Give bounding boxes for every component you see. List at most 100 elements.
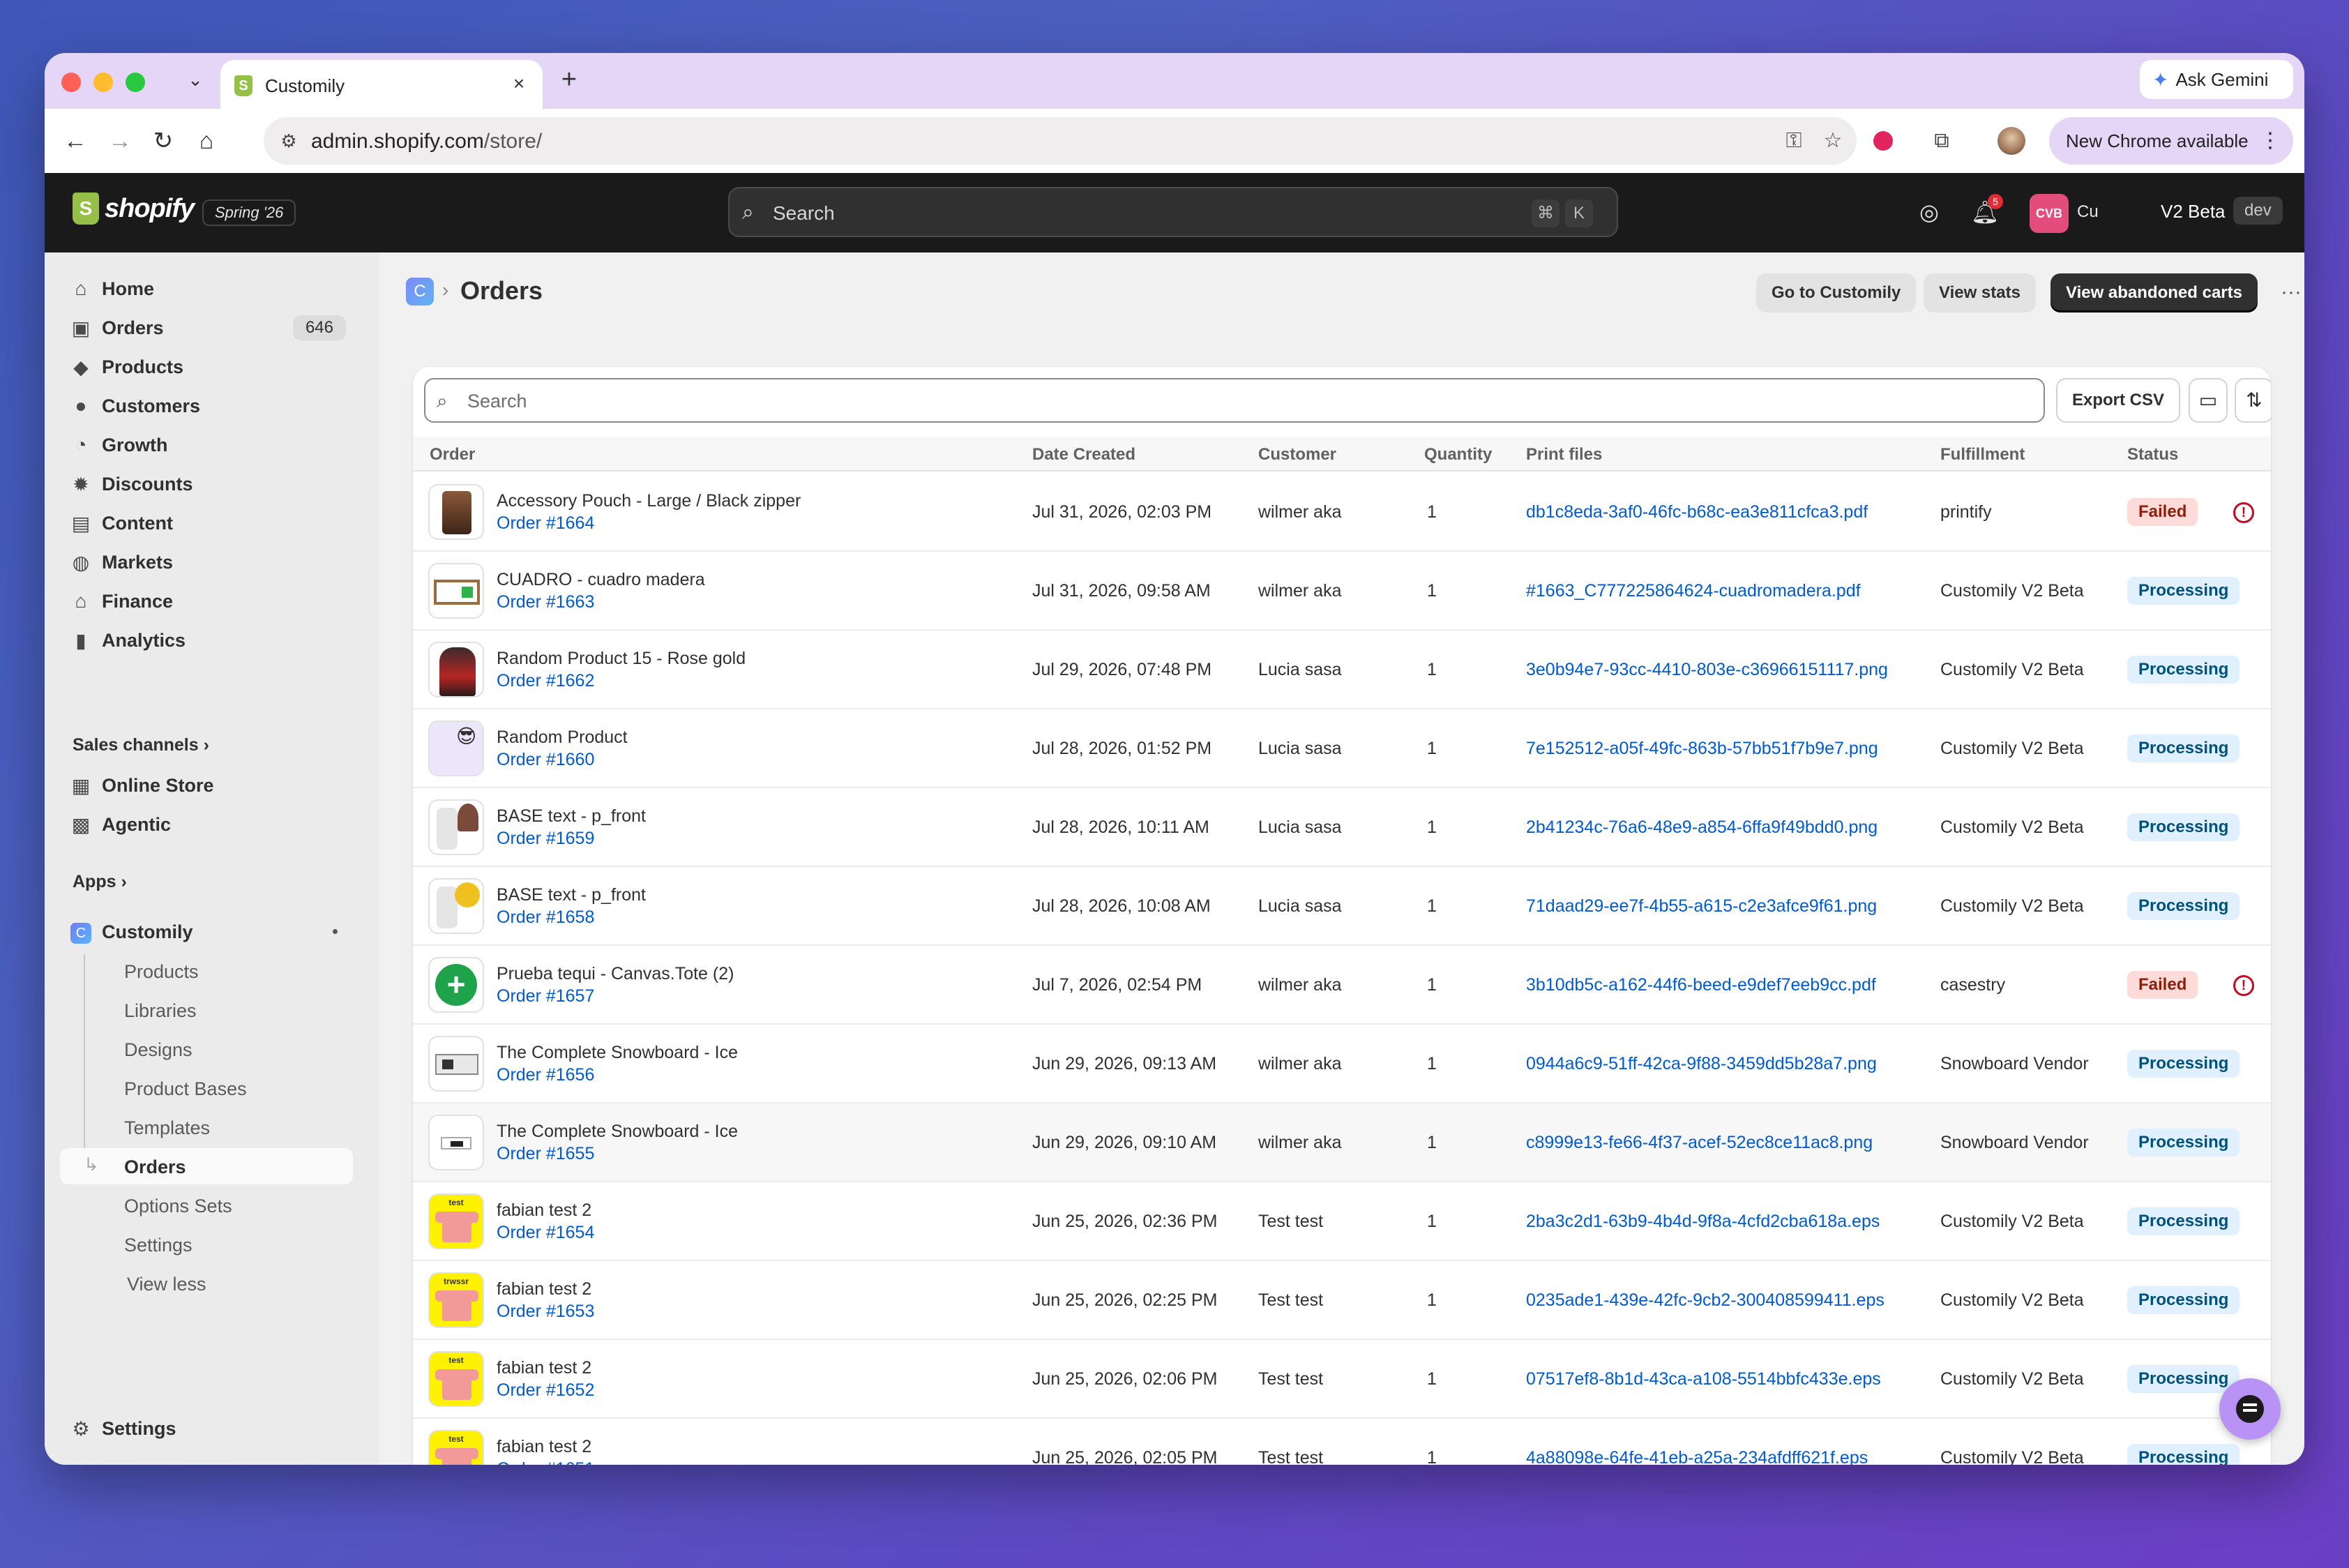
- forward-arrow-icon[interactable]: →: [105, 126, 135, 156]
- sidebar-item-analytics[interactable]: ▮ Analytics: [60, 622, 353, 658]
- product-thumbnail[interactable]: +: [428, 957, 484, 1013]
- table-row[interactable]: CUADRO - cuadro madera Order #1663 Jul 31,…: [413, 552, 2271, 631]
- print-file-link[interactable]: 07517ef8-8b1d-43ca-a108-5514bbfc433e.eps: [1526, 1369, 1881, 1389]
- print-file-link[interactable]: 0235ade1-439e-42fc-9cb2-300408599411.eps: [1526, 1290, 1885, 1311]
- view-abandoned-carts-button[interactable]: View abandoned carts: [2050, 273, 2258, 312]
- order-link[interactable]: Order #1664: [497, 513, 594, 534]
- sidebar-item-growth[interactable]: ◔ Growth: [60, 427, 353, 463]
- store-avatar[interactable]: CVB: [2030, 194, 2069, 233]
- new-tab-button[interactable]: +: [554, 64, 584, 95]
- order-link[interactable]: Order #1653: [497, 1302, 594, 1322]
- product-thumbnail[interactable]: trwssr: [428, 1272, 484, 1328]
- new-chrome-available-button[interactable]: New Chrome available ⋮: [2049, 117, 2293, 165]
- print-file-link[interactable]: 3b10db5c-a162-44f6-beed-e9def7eeb9cc.pdf: [1526, 975, 1876, 995]
- orders-search-input[interactable]: ⌕ Search: [424, 378, 2045, 423]
- sidebar-sub-templates[interactable]: Templates: [60, 1109, 353, 1145]
- more-dot-icon[interactable]: [333, 929, 338, 934]
- print-file-link[interactable]: db1c8eda-3af0-46fc-b68c-ea3e811cfca3.pdf: [1526, 502, 1868, 522]
- product-thumbnail[interactable]: [428, 563, 484, 619]
- sidebar-item-agentic[interactable]: ▩ Agentic: [60, 806, 353, 843]
- sidebar-sub-designs[interactable]: Designs: [60, 1031, 353, 1067]
- print-file-link[interactable]: 71daad29-ee7f-4b55-a615-c2e3afce9f61.png: [1526, 896, 1877, 917]
- sort-icon[interactable]: ⇅: [2235, 378, 2271, 423]
- product-thumbnail[interactable]: [428, 642, 484, 698]
- product-thumbnail[interactable]: [428, 1115, 484, 1170]
- table-row[interactable]: The Complete Snowboard - Ice Order #1655 J…: [413, 1103, 2271, 1182]
- product-thumbnail[interactable]: 😎: [428, 721, 484, 776]
- col-fulfillment[interactable]: Fulfillment: [1940, 445, 2025, 465]
- sidebar-item-online-store[interactable]: ▦ Online Store: [60, 767, 353, 804]
- sidebar-item-customily[interactable]: C Customily: [60, 914, 353, 950]
- print-file-link[interactable]: 0944a6c9-51ff-42ca-9f88-3459dd5b28a7.png: [1526, 1054, 1877, 1074]
- tab-search-chevron-icon[interactable]: ⌄: [181, 66, 209, 93]
- sidebar-sub-product-bases[interactable]: Product Bases: [60, 1070, 353, 1106]
- table-row[interactable]: Random Product 15 - Rose gold Order #1662…: [413, 631, 2271, 709]
- print-file-link[interactable]: 2b41234c-76a6-48e9-a854-6ffa9f49bdd0.png: [1526, 817, 1878, 838]
- product-thumbnail[interactable]: test: [428, 1193, 484, 1249]
- sidebar-item-customers[interactable]: ● Customers: [60, 388, 353, 424]
- sidebar-sub-orders[interactable]: ↳ Orders: [60, 1148, 353, 1184]
- order-link[interactable]: Order #1662: [497, 671, 594, 691]
- product-thumbnail[interactable]: [428, 1036, 484, 1092]
- profile-avatar[interactable]: [1997, 127, 2025, 155]
- sidebar-item-home[interactable]: ⌂ Home: [60, 271, 353, 307]
- reload-icon[interactable]: ↻: [148, 126, 179, 156]
- chat-support-button[interactable]: [2219, 1378, 2281, 1440]
- sidekick-icon[interactable]: ◎: [1914, 197, 1944, 227]
- sidebar-sub-options-sets[interactable]: Options Sets: [60, 1187, 353, 1223]
- print-file-link[interactable]: 3e0b94e7-93cc-4410-803e-c36966151117.png: [1526, 660, 1888, 680]
- product-thumbnail[interactable]: test: [428, 1430, 484, 1465]
- order-link[interactable]: Order #1651: [497, 1459, 594, 1465]
- print-file-link[interactable]: #1663_C777225864624-cuadromadera.pdf: [1526, 581, 1861, 601]
- go-to-customily-button[interactable]: Go to Customily: [1756, 273, 1917, 312]
- alert-circle-icon[interactable]: !: [2233, 502, 2254, 523]
- table-row[interactable]: Accessory Pouch - Large / Black zipper Or…: [413, 473, 2271, 552]
- print-file-link[interactable]: 2ba3c2d1-63b9-4b4d-9f8a-4cfd2cba618a.eps: [1526, 1212, 1880, 1232]
- sidebar-item-settings[interactable]: ⚙ Settings: [60, 1410, 353, 1447]
- table-row[interactable]: The Complete Snowboard - Ice Order #1656 J…: [413, 1025, 2271, 1103]
- print-file-link[interactable]: 7e152512-a05f-49fc-863b-57bb51f7b9e7.png: [1526, 739, 1878, 759]
- sidebar-item-products[interactable]: ◆ Products: [60, 349, 353, 385]
- store-name[interactable]: V2 Beta: [2161, 201, 2226, 223]
- sidebar-item-content[interactable]: ▤ Content: [60, 505, 353, 541]
- admin-search-input[interactable]: ⌕ Search ⌘ K: [728, 187, 1618, 237]
- order-link[interactable]: Order #1660: [497, 750, 594, 770]
- password-key-icon[interactable]: ⚿: [1781, 128, 1806, 153]
- sidebar-sub-settings[interactable]: Settings: [60, 1226, 353, 1262]
- sidebar-item-finance[interactable]: ⌂ Finance: [60, 583, 353, 619]
- order-link[interactable]: Order #1658: [497, 907, 594, 928]
- col-customer[interactable]: Customer: [1258, 445, 1336, 465]
- sidebar-item-markets[interactable]: ◍ Markets: [60, 544, 353, 580]
- print-file-link[interactable]: c8999e13-fe66-4f37-acef-52ec8ce11ac8.png: [1526, 1133, 1873, 1153]
- table-row[interactable]: test fabian test 2 Order #1652 Jun 25, 2026…: [413, 1340, 2271, 1419]
- sidebar-item-discounts[interactable]: ✹ Discounts: [60, 466, 353, 502]
- col-quantity[interactable]: Quantity: [1424, 445, 1492, 465]
- order-link[interactable]: Order #1659: [497, 829, 594, 849]
- apps-heading[interactable]: Apps ›: [73, 872, 127, 892]
- order-link[interactable]: Order #1652: [497, 1380, 594, 1401]
- close-window-button[interactable]: [61, 73, 81, 92]
- col-order[interactable]: Order: [430, 445, 475, 465]
- table-row[interactable]: test fabian test 2 Order #1654 Jun 25, 2026…: [413, 1182, 2271, 1261]
- sales-channels-heading[interactable]: Sales channels ›: [73, 735, 209, 755]
- order-link[interactable]: Order #1654: [497, 1223, 594, 1243]
- col-print-files[interactable]: Print files: [1526, 445, 1602, 465]
- sidebar-sub-products[interactable]: Products: [60, 953, 353, 989]
- table-row[interactable]: BASE text - p_front Order #1659 Jul 28, 20…: [413, 788, 2271, 867]
- order-link[interactable]: Order #1656: [497, 1065, 594, 1085]
- table-row[interactable]: trwssr fabian test 2 Order #1653 Jun 25, 20…: [413, 1261, 2271, 1340]
- minimize-window-button[interactable]: [93, 73, 113, 92]
- order-link[interactable]: Order #1655: [497, 1144, 594, 1164]
- table-row[interactable]: BASE text - p_front Order #1658 Jul 28, 20…: [413, 867, 2271, 946]
- sidebar-sub-libraries[interactable]: Libraries: [60, 992, 353, 1028]
- more-actions-icon[interactable]: ···: [2281, 280, 2302, 304]
- edition-badge[interactable]: Spring '26: [202, 199, 296, 226]
- product-thumbnail[interactable]: [428, 878, 484, 934]
- home-icon[interactable]: ⌂: [191, 126, 222, 156]
- site-info-icon[interactable]: ⚙: [276, 128, 301, 153]
- customily-app-icon[interactable]: C: [406, 278, 434, 306]
- extension-icon[interactable]: [1873, 131, 1893, 151]
- ask-gemini-button[interactable]: ✦ Ask Gemini: [2140, 60, 2293, 99]
- calendar-filter-icon[interactable]: ▭: [2189, 378, 2228, 423]
- print-file-link[interactable]: 4a88098e-64fe-41eb-a25a-234afdff621f.eps: [1526, 1448, 1868, 1465]
